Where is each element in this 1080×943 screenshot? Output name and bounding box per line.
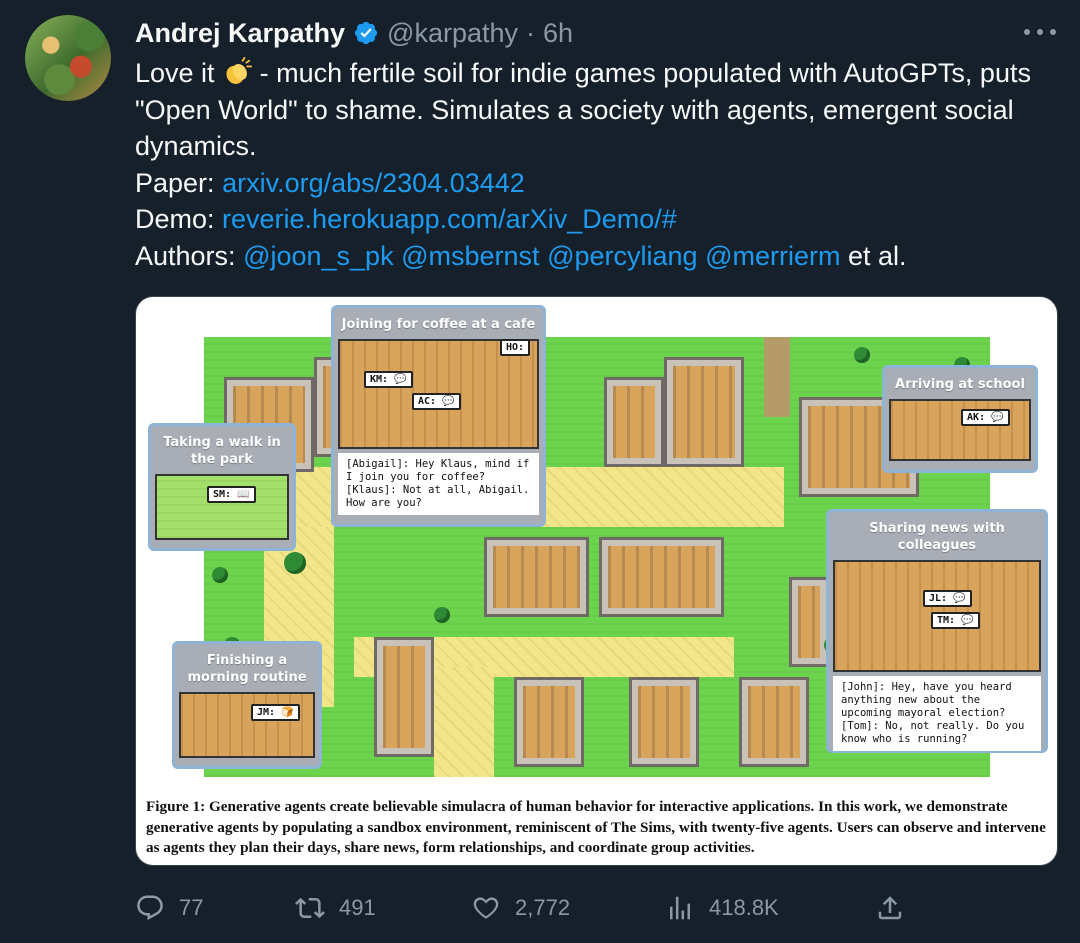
author-mention[interactable]: @percyliang [547,241,697,271]
reply-count: 77 [179,895,204,920]
authors-suffix: et al. [847,240,907,271]
speech-bubble: AC: 💬 [412,393,461,410]
verified-badge-icon [354,21,378,45]
demo-label: Demo: [135,204,223,234]
callout-cafe: Joining for coffee at a cafe HO: KM: 💬 A… [331,305,546,527]
tweet-media-image[interactable]: Joining for coffee at a cafe HO: KM: 💬 A… [135,296,1058,866]
tweet-header: Andrej Karpathy @karpathy · 6h [135,16,573,50]
more-options-icon[interactable] [1024,20,1056,44]
figure-caption: Figure 1: Generative agents create belie… [146,798,1046,856]
authors-label: Authors: [135,240,244,271]
paper-link[interactable]: arxiv.org/abs/2304.03442 [222,168,525,198]
demo-link[interactable]: reverie.herokuapp.com/arXiv_Demo/# [222,204,677,234]
retweet-count: 491 [339,895,376,920]
callout-title: Joining for coffee at a cafe [341,317,536,332]
tweet[interactable]: Andrej Karpathy @karpathy · 6h Love it -… [0,0,1080,943]
tweet-line1-suffix: - much fertile soil for indie games popu… [135,58,1031,161]
speech-bubble: JM: 🍞 [251,704,300,721]
speech-bubble: TM: 💬 [931,612,980,629]
speech-bubble: SM: 📖 [207,486,256,503]
cafe-scene: HO: KM: 💬 AC: 💬 [338,339,539,449]
author-handle[interactable]: @karpathy [387,18,518,49]
paper-label: Paper: [135,167,223,198]
callout-title: Finishing a morning routine [187,653,307,685]
clapping-hands-icon [226,57,253,84]
author-mention[interactable]: @msbernst [401,241,539,271]
reply-icon [137,895,163,921]
share-icon [878,896,902,920]
callout-school: Arriving at school AK: 💬 [882,365,1038,473]
retweet-button[interactable]: 491 [295,888,376,928]
callout-colleagues: Sharing news with colleagues JL: 💬 TM: 💬… [826,509,1048,753]
views-icon [670,896,690,920]
like-count: 2,772 [515,895,571,920]
callout-morning: Finishing a morning routine JM: 🍞 [172,641,322,769]
author-mention[interactable]: @joon_s_pk [243,241,394,271]
views-count: 418.8K [709,895,779,920]
speech-bubble: AK: 💬 [961,409,1010,426]
views-button[interactable]: 418.8K [665,888,779,928]
dialog-box: [John]: Hey, have you heard anything new… [833,676,1041,751]
avatar[interactable] [25,15,111,101]
callout-title: Arriving at school [895,377,1025,392]
timestamp[interactable]: 6h [543,18,573,49]
speech-bubble: JL: 💬 [923,590,972,607]
share-button[interactable] [875,888,905,928]
callout-title: Sharing news with colleagues [869,521,1005,553]
office-scene: JL: 💬 TM: 💬 [833,560,1041,672]
tweet-actions: 77 491 2,772 418.8K [135,888,1055,928]
speech-bubble: HO: [500,339,531,356]
retweet-icon [295,897,325,919]
speech-bubble: KM: 💬 [364,371,413,388]
author-name[interactable]: Andrej Karpathy [135,18,345,49]
home-scene: JM: 🍞 [179,692,315,758]
dialog-box: [Abigail]: Hey Klaus, mind if I join you… [338,453,539,515]
tweet-line1-prefix: Love it [135,58,215,88]
callout-park: Taking a walk in the park SM: 📖 [148,423,296,551]
tweet-text: Love it - much fertile soil for indie ga… [135,55,1055,274]
like-icon [473,897,499,919]
like-button[interactable]: 2,772 [471,888,570,928]
reply-button[interactable]: 77 [135,888,203,928]
park-scene: SM: 📖 [155,474,289,540]
author-mention[interactable]: @merrierm [705,241,840,271]
school-scene: AK: 💬 [889,399,1031,461]
callout-title: Taking a walk in the park [163,435,281,467]
separator-dot: · [526,17,536,48]
